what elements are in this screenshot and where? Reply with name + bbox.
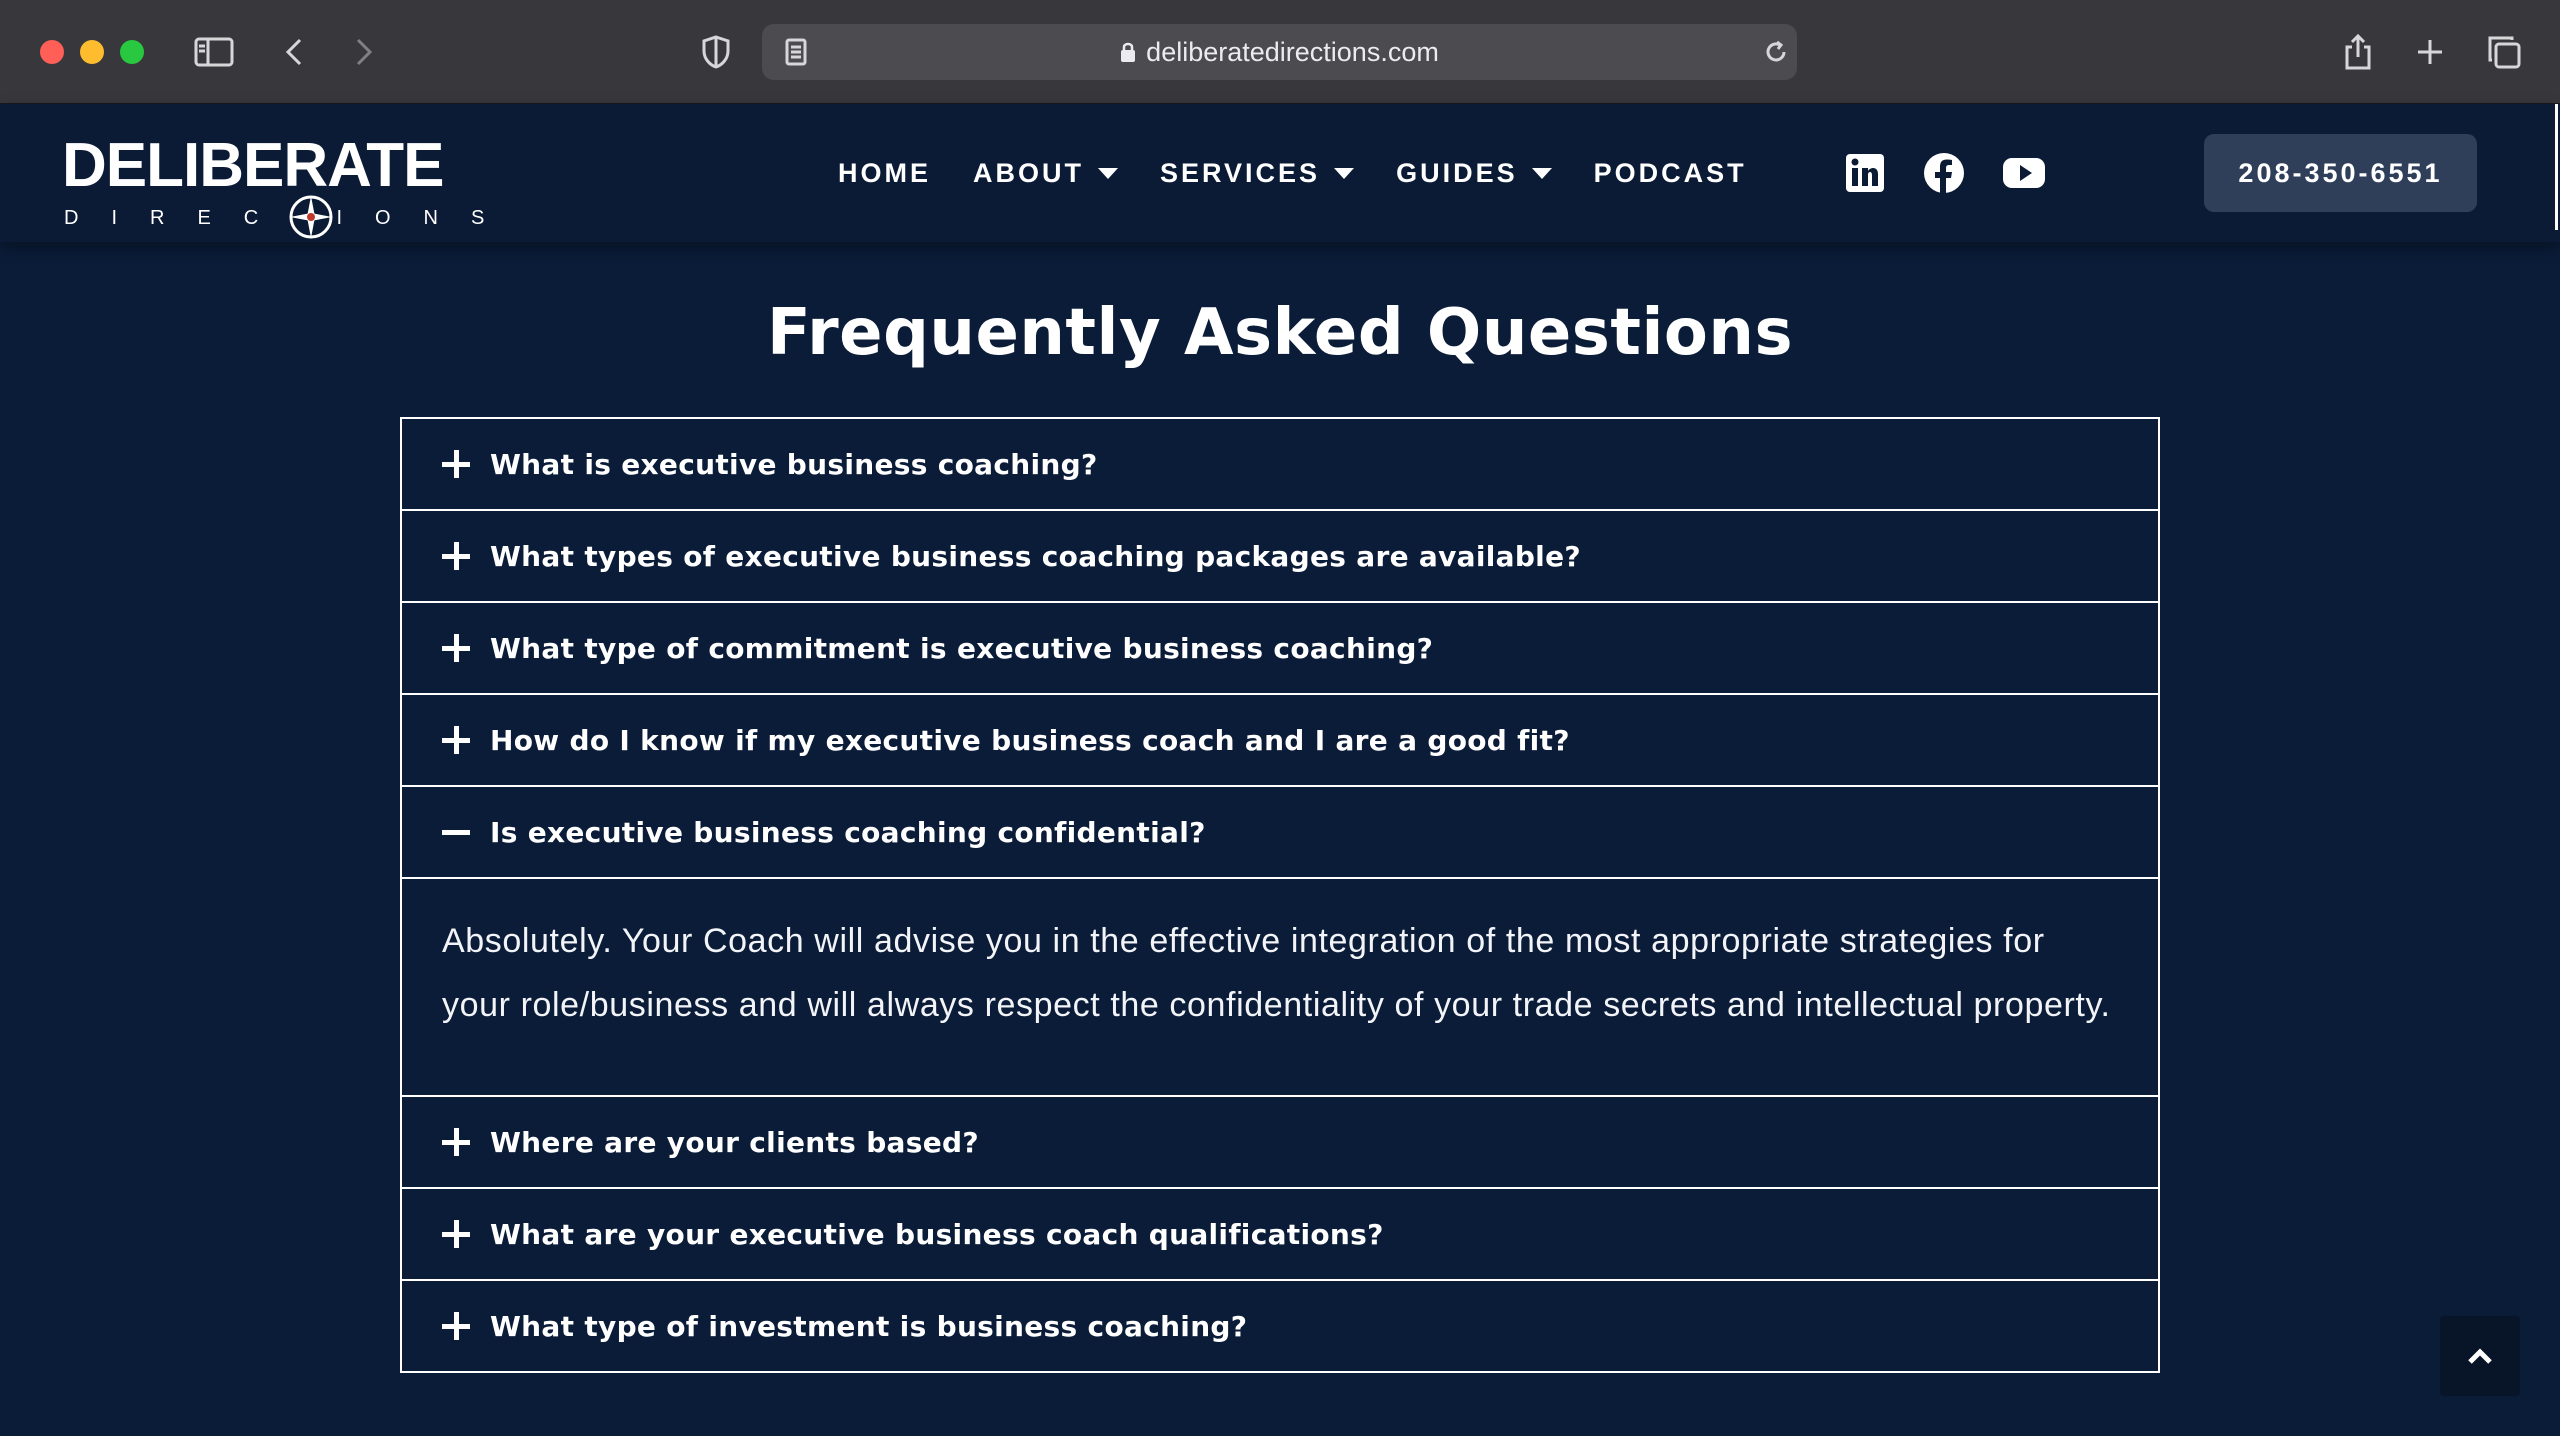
plus-icon xyxy=(442,542,470,570)
faq-question[interactable]: Is executive business coaching confident… xyxy=(402,787,2158,877)
forward-icon[interactable] xyxy=(340,28,388,76)
browser-toolbar: deliberatedirections.com xyxy=(0,0,2560,104)
scrollbar[interactable] xyxy=(2555,104,2558,230)
back-icon[interactable] xyxy=(270,28,318,76)
url-text: deliberatedirections.com xyxy=(1146,37,1439,67)
faq-question[interactable]: What type of investment is business coac… xyxy=(402,1281,2158,1371)
faq-question-text: What types of executive business coachin… xyxy=(490,539,1581,573)
main-navigation: HOME ABOUT SERVICES GUIDES PODCAST xyxy=(838,104,1789,242)
back-to-top-button[interactable] xyxy=(2440,1316,2520,1396)
nav-podcast[interactable]: PODCAST xyxy=(1594,158,1747,189)
nav-about[interactable]: ABOUT xyxy=(973,158,1118,189)
caret-down-icon xyxy=(1334,167,1355,179)
reload-icon[interactable] xyxy=(1752,28,1800,76)
nav-podcast-label: PODCAST xyxy=(1593,157,1747,188)
youtube-icon[interactable] xyxy=(2002,152,2046,194)
faq-accordion: What is executive business coaching? Wha… xyxy=(400,417,2160,1373)
faq-item: What types of executive business coachin… xyxy=(402,511,2158,603)
faq-answer: Absolutely. Your Coach will advise you i… xyxy=(402,877,2158,1095)
chevron-up-icon xyxy=(2468,1348,2492,1364)
plus-icon xyxy=(442,450,470,478)
zoom-window-button[interactable] xyxy=(120,40,144,64)
nav-about-label: ABOUT xyxy=(973,157,1084,188)
site-logo[interactable]: DELIBERATE DIRECTIONS xyxy=(62,134,484,239)
nav-services[interactable]: SERVICES xyxy=(1160,157,1355,189)
nav-home-label: HOME xyxy=(838,157,931,188)
faq-question-text: Where are your clients based? xyxy=(490,1125,979,1159)
faq-item-expanded: Is executive business coaching confident… xyxy=(402,787,2158,1097)
nav-services-label: SERVICES xyxy=(1160,157,1321,188)
plus-icon xyxy=(442,634,470,662)
faq-item: What type of commitment is executive bus… xyxy=(402,603,2158,695)
plus-icon xyxy=(442,1312,470,1340)
faq-item: What is executive business coaching? xyxy=(402,419,2158,511)
url-display: deliberatedirections.com xyxy=(762,24,1797,80)
minimize-window-button[interactable] xyxy=(80,40,104,64)
plus-icon xyxy=(442,1220,470,1248)
faq-question-text: What is executive business coaching? xyxy=(490,447,1098,481)
faq-question-text: What are your executive business coach q… xyxy=(490,1217,1384,1251)
sidebar-toggle-icon[interactable] xyxy=(190,28,238,76)
site-header: DELIBERATE DIRECTIONS HOME ABOUT SERVICE… xyxy=(0,104,2560,242)
faq-item: What type of investment is business coac… xyxy=(402,1281,2158,1373)
nav-guides[interactable]: GUIDES xyxy=(1396,158,1552,189)
plus-icon xyxy=(442,726,470,754)
faq-item: Where are your clients based? xyxy=(402,1097,2158,1189)
linkedin-icon[interactable] xyxy=(1844,152,1886,194)
faq-title: Frequently Asked Questions xyxy=(766,296,1794,370)
faq-question[interactable]: How do I know if my executive business c… xyxy=(402,695,2158,785)
faq-question-text: What type of commitment is executive bus… xyxy=(490,631,1434,665)
new-tab-icon[interactable] xyxy=(2406,28,2454,76)
lock-icon xyxy=(1120,26,1136,82)
compass-icon xyxy=(289,195,333,239)
faq-question[interactable]: What are your executive business coach q… xyxy=(402,1189,2158,1279)
caret-down-icon xyxy=(1531,167,1552,179)
faq-question[interactable]: What types of executive business coachin… xyxy=(402,511,2158,601)
faq-item: What are your executive business coach q… xyxy=(402,1189,2158,1281)
minus-icon xyxy=(442,818,470,846)
faq-question[interactable]: What is executive business coaching? xyxy=(402,419,2158,509)
facebook-icon[interactable] xyxy=(1923,152,1965,194)
nav-home[interactable]: HOME xyxy=(838,158,931,189)
faq-item: How do I know if my executive business c… xyxy=(402,695,2158,787)
faq-question-text: How do I know if my executive business c… xyxy=(490,723,1570,757)
close-window-button[interactable] xyxy=(40,40,64,64)
address-bar[interactable]: deliberatedirections.com xyxy=(762,24,1797,80)
faq-question[interactable]: What type of commitment is executive bus… xyxy=(402,603,2158,693)
privacy-shield-icon[interactable] xyxy=(692,28,740,76)
faq-question-text: What type of investment is business coac… xyxy=(490,1309,1248,1343)
faq-question[interactable]: Where are your clients based? xyxy=(402,1097,2158,1187)
caret-down-icon xyxy=(1098,167,1118,179)
tab-overview-icon[interactable] xyxy=(2480,28,2528,76)
logo-wordmark: DELIBERATE xyxy=(62,131,445,200)
nav-guides-label: GUIDES xyxy=(1396,157,1518,188)
plus-icon xyxy=(442,1128,470,1156)
faq-question-text: Is executive business coaching confident… xyxy=(490,815,1206,849)
phone-button[interactable]: 208-350-6551 xyxy=(2204,134,2477,212)
share-icon[interactable] xyxy=(2334,28,2382,76)
